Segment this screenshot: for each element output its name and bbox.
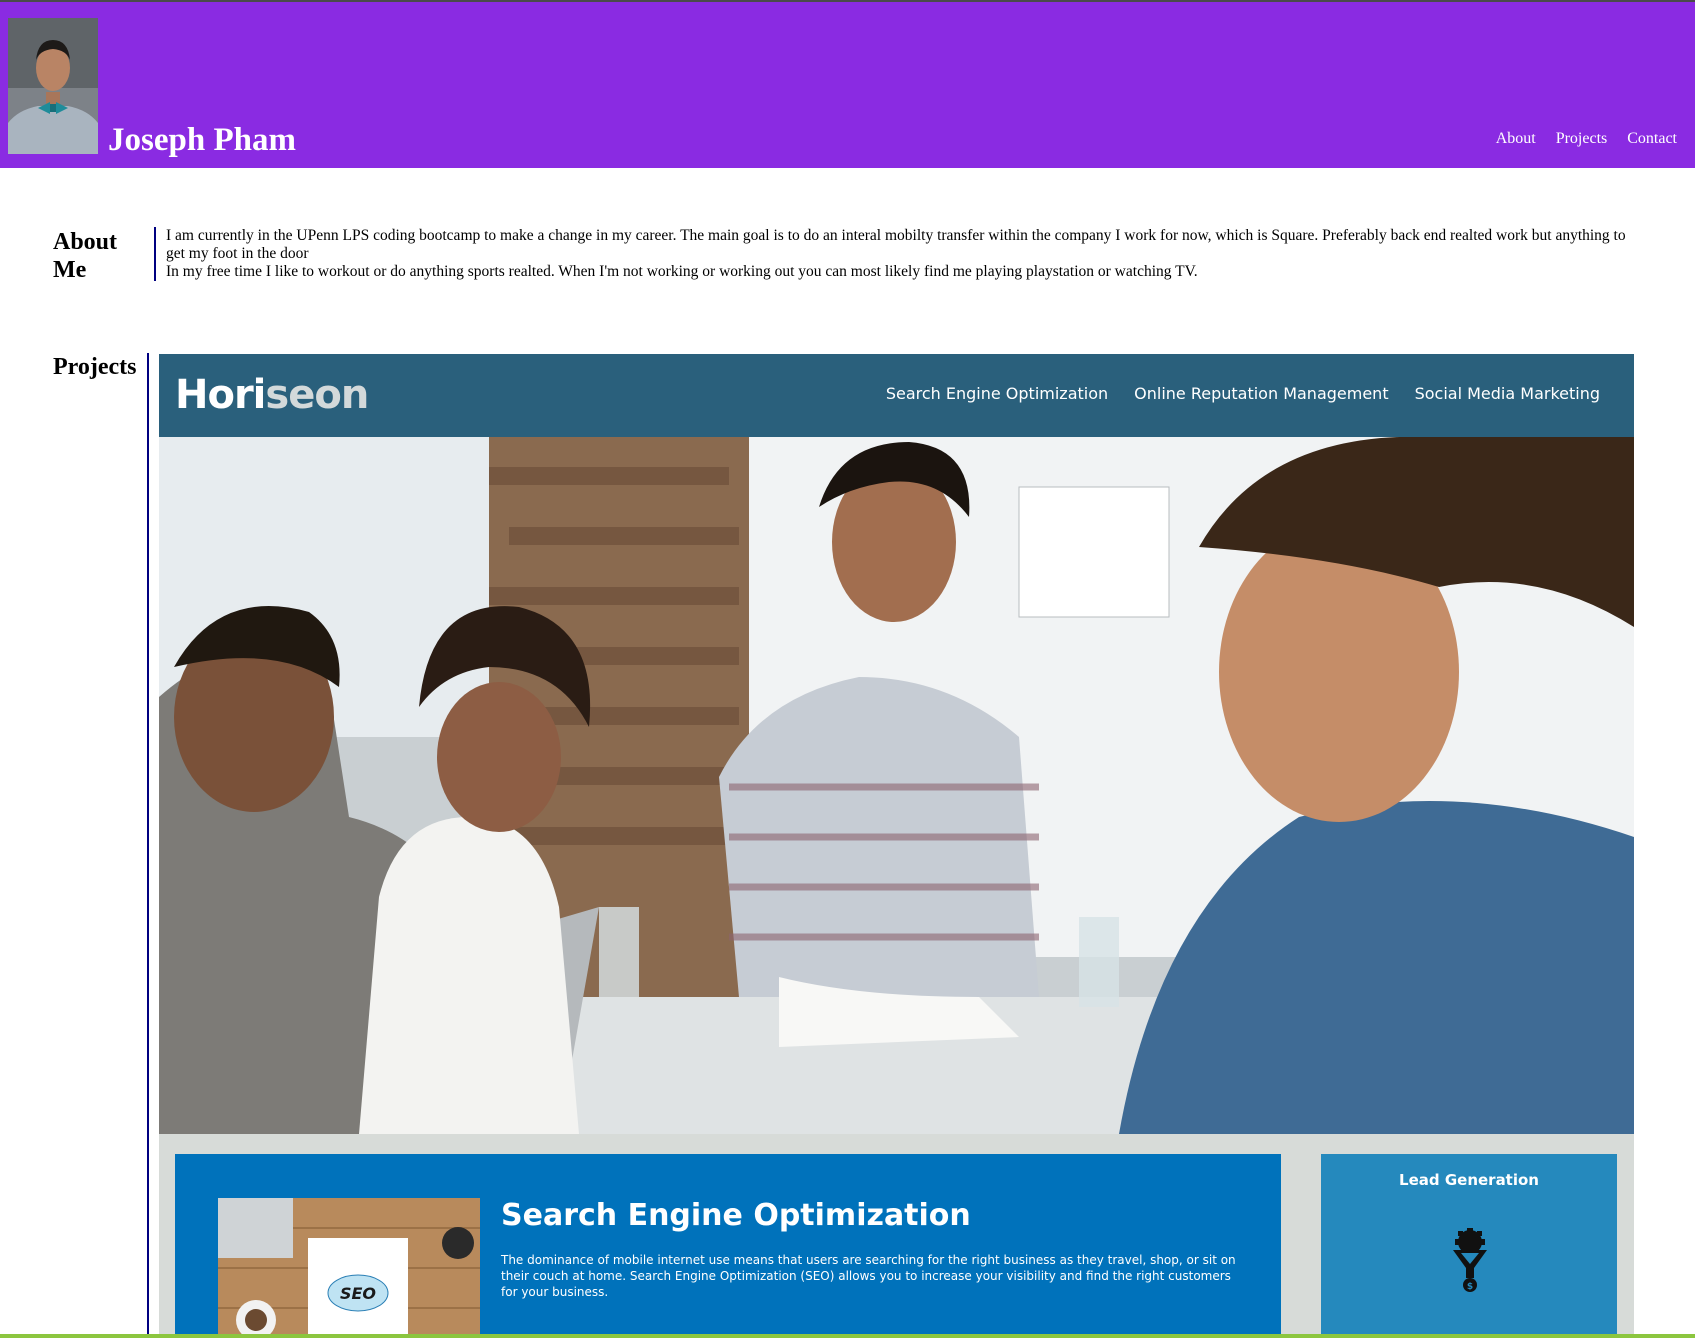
about-paragraph-2: In my free time I like to workout or do … [166, 263, 1198, 280]
horiseon-logo-part-a: Hori [175, 372, 266, 418]
about-title: About Me [53, 229, 118, 283]
projects-title: Projects [53, 354, 137, 380]
about-text: I am currently in the UPenn LPS coding b… [154, 227, 1636, 281]
horiseon-nav-seo[interactable]: Search Engine Optimization [886, 384, 1108, 403]
nav-contact-link[interactable]: Contact [1627, 129, 1677, 149]
horiseon-nav: Search Engine Optimization Online Reputa… [886, 384, 1600, 403]
horiseon-nav-smm[interactable]: Social Media Marketing [1415, 384, 1600, 403]
horiseon-logo-part-b: seon [265, 372, 369, 418]
seo-text: The dominance of mobile internet use mea… [501, 1253, 1236, 1299]
funnel-gear-icon: $ [1453, 1228, 1487, 1292]
horiseon-project-screenshot[interactable]: Horiseon Search Engine Optimization Onli… [159, 354, 1634, 1338]
avatar [8, 18, 98, 154]
seo-notebook-image: SEO [218, 1198, 480, 1338]
hero-image [159, 437, 1634, 1134]
seo-image-label: SEO [340, 1284, 376, 1303]
about-paragraph-1: I am currently in the UPenn LPS coding b… [166, 227, 1626, 262]
seo-title: Search Engine Optimization [501, 1198, 971, 1233]
site-name: Joseph Pham [108, 122, 296, 158]
lead-generation-title: Lead Generation [1399, 1171, 1539, 1189]
nav-projects-link[interactable]: Projects [1556, 129, 1608, 149]
site-header: Joseph Pham About Projects Contact [0, 2, 1695, 168]
bottom-border [0, 1334, 1695, 1338]
projects-divider [147, 353, 149, 1338]
nav-about-link[interactable]: About [1496, 129, 1536, 149]
horiseon-logo: Horiseon [175, 372, 369, 418]
horiseon-header: Horiseon Search Engine Optimization Onli… [159, 354, 1634, 437]
main-nav: About Projects Contact [1496, 129, 1677, 149]
lead-generation-card: Lead Generation $ [1321, 1154, 1617, 1338]
horiseon-nav-orm[interactable]: Online Reputation Management [1134, 384, 1388, 403]
seo-card: SEO Search Engine Optimization The domin… [175, 1154, 1281, 1338]
svg-text:$: $ [1467, 1282, 1473, 1292]
